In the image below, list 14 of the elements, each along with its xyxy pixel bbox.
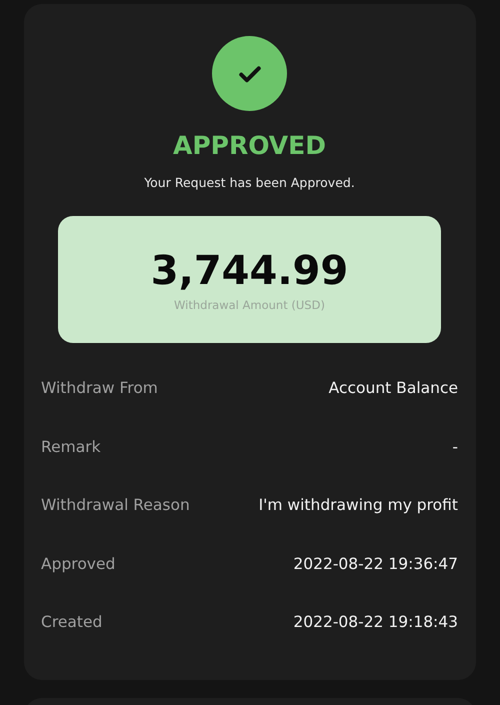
- amount-value: 3,744.99: [150, 248, 348, 294]
- status-title: APPROVED: [172, 131, 326, 160]
- detail-label: Remark: [41, 438, 101, 456]
- detail-label: Withdrawal Reason: [41, 496, 190, 514]
- detail-value: 2022-08-22 19:36:47: [293, 554, 458, 573]
- detail-label: Approved: [41, 554, 116, 573]
- detail-value: Account Balance: [328, 379, 458, 398]
- detail-value: -: [452, 438, 458, 456]
- detail-value: I'm withdrawing my profit: [258, 496, 458, 514]
- status-message: Your Request has been Approved.: [144, 175, 355, 190]
- detail-label: Created: [41, 613, 102, 632]
- detail-label: Withdraw From: [41, 379, 158, 398]
- amount-label: Withdrawal Amount (USD): [174, 298, 325, 312]
- detail-value: 2022-08-22 19:18:43: [293, 613, 458, 632]
